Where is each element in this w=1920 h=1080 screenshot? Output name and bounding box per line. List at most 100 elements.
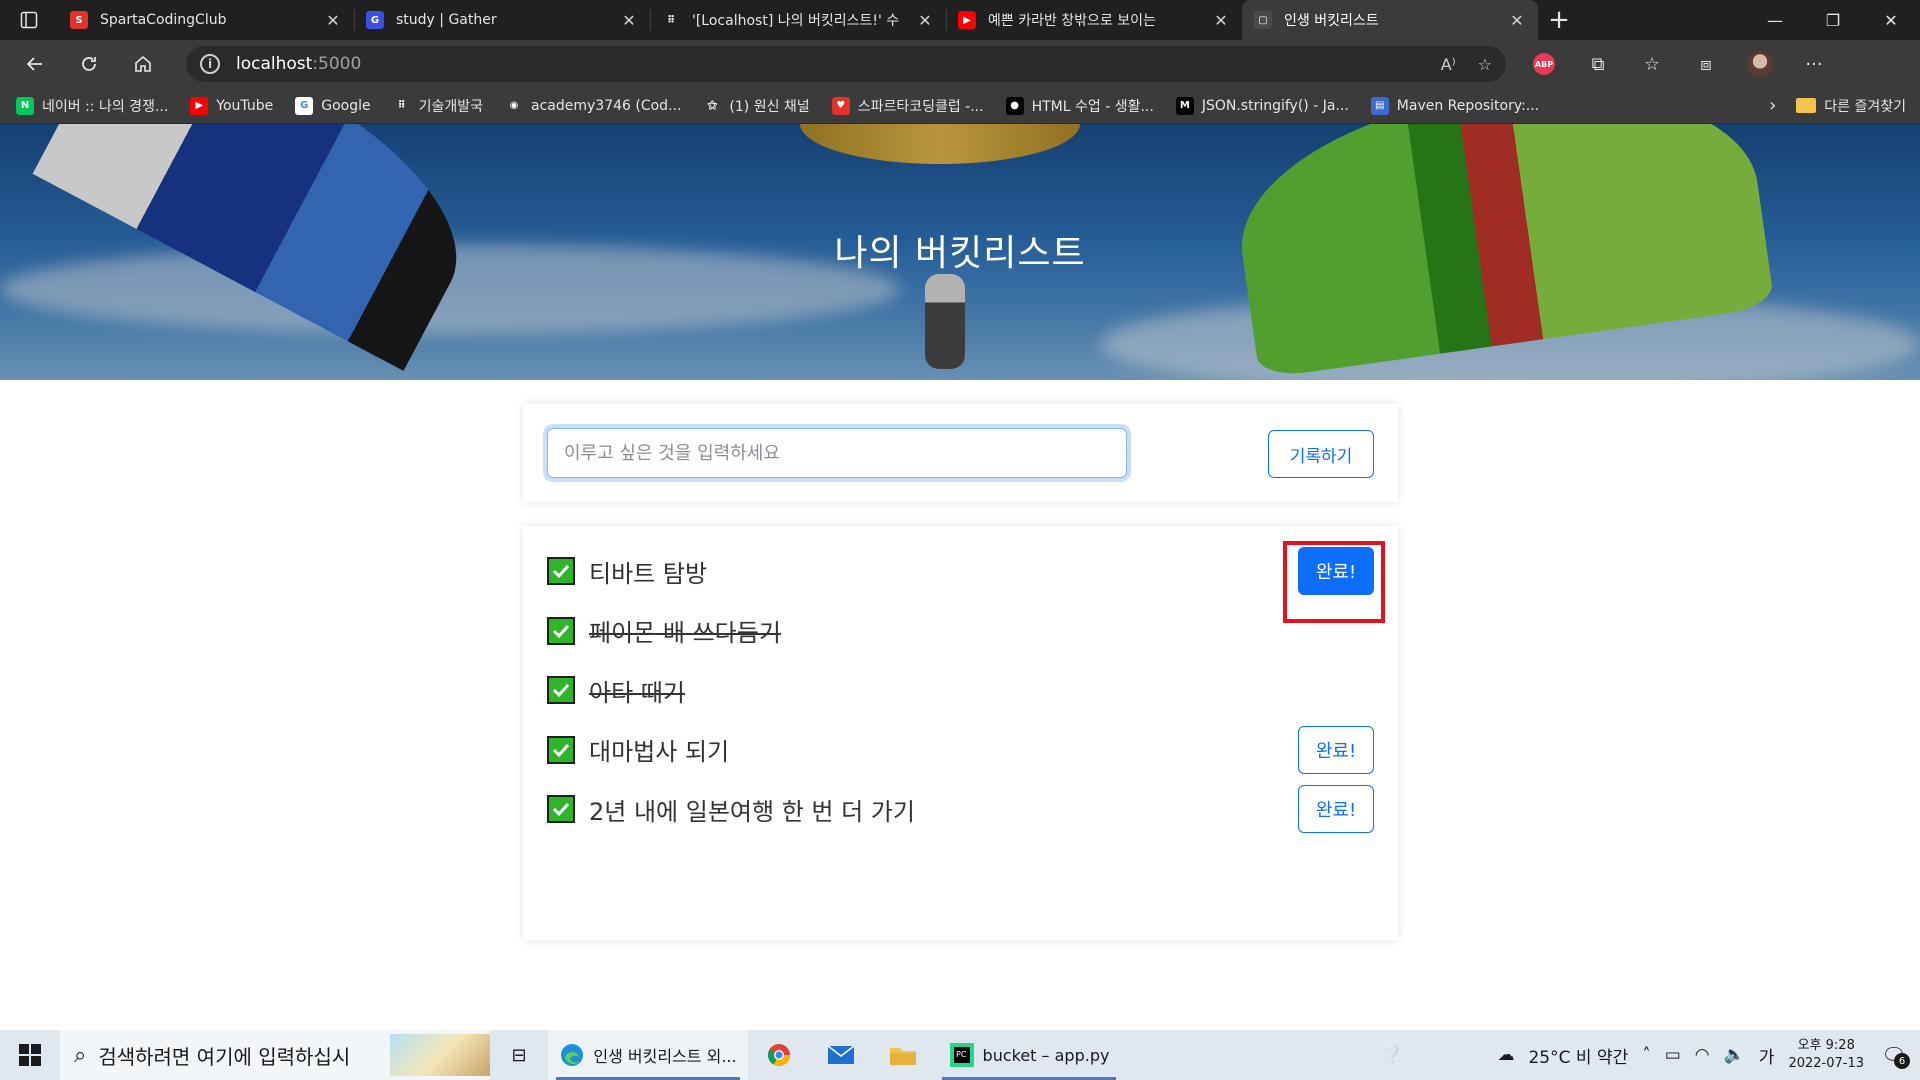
tab-close-icon[interactable]: ✕	[916, 11, 934, 30]
taskbar-search-placeholder: 검색하려면 여기에 입력하십시	[98, 1044, 351, 1069]
windows-icon	[19, 1044, 41, 1066]
bookmark-item[interactable]: ♥ 스파르타코딩클럽 -...	[831, 96, 984, 116]
browser-tab[interactable]: ⠿ '[Localhost] 나의 버킷리스트!' 수 ✕	[650, 0, 946, 40]
tab-close-icon[interactable]: ✕	[324, 11, 342, 30]
tab-title: study | Gather	[396, 12, 497, 28]
tab-list: S SpartaCodingClub ✕ Gstudy | Gather ✕ ⠿ '[Loc…	[58, 0, 1538, 40]
tab-title: '[Localhost] 나의 버킷리스트!' 수	[692, 13, 900, 29]
back-button[interactable]	[8, 40, 62, 88]
taskbar-app-pycharm[interactable]: PC bucket – app.py	[934, 1030, 1124, 1080]
bucket-item-text: 아타 때기	[589, 678, 685, 707]
refresh-button[interactable]	[62, 40, 116, 88]
bookmark-item[interactable]: ◉ academy3746 (Cod...	[505, 96, 681, 115]
other-bookmarks-folder[interactable]: 다른 즐겨찾기	[1796, 96, 1906, 116]
input-card: 기록하기	[523, 404, 1398, 502]
address-actions: A⁾ ☆	[1441, 55, 1492, 74]
taskbar-app-chrome[interactable]	[748, 1030, 810, 1080]
bookmark-item[interactable]: ▤ Maven Repository:...	[1370, 96, 1539, 115]
bookmark-favicon-icon: G	[295, 96, 314, 115]
adblock-button[interactable]: ABP	[1520, 44, 1568, 84]
check-icon	[547, 676, 575, 704]
meet-now-icon[interactable]: ▭	[1665, 1045, 1681, 1065]
clock[interactable]: 오후 9:28 2022-07-13	[1788, 1037, 1864, 1073]
taskbar-app-edge[interactable]: 인생 버킷리스트 외...	[548, 1030, 748, 1080]
browser-tab[interactable]: S SpartaCodingClub ✕	[58, 0, 354, 40]
bookmark-favicon-icon: ●	[1005, 96, 1024, 115]
svg-text:PC: PC	[956, 1050, 967, 1059]
tab-favicon-icon: G	[366, 11, 384, 29]
tab-favicon-icon: ▶	[958, 11, 976, 29]
check-icon	[547, 557, 575, 585]
bookmark-item[interactable]: ● HTML 수업 - 생활...	[1005, 96, 1154, 116]
browser-tab[interactable]: Gstudy | Gather ✕	[354, 0, 650, 40]
tab-close-icon[interactable]: ✕	[1212, 11, 1230, 30]
help-icon[interactable]: ❔	[1382, 1045, 1403, 1065]
taskbar-app-mail[interactable]	[810, 1030, 872, 1080]
favorites-icon: ☆	[1643, 53, 1661, 75]
bookmark-item[interactable]: ⠿ 기술개발국	[392, 96, 483, 116]
tab-actions-button[interactable]	[0, 0, 58, 40]
browser-tab[interactable]: ▢ 인생 버킷리스트 ✕	[1242, 0, 1538, 40]
bookmark-item[interactable]: ⚝ (1) 원신 채널	[703, 96, 810, 116]
add-favorite-icon[interactable]: ☆	[1478, 55, 1492, 74]
bucket-input[interactable]	[547, 428, 1127, 478]
tab-close-icon[interactable]: ✕	[1508, 11, 1526, 30]
complete-button[interactable]: 완료!	[1298, 785, 1374, 833]
bookmark-favicon-icon: N	[16, 96, 34, 115]
save-button[interactable]: 기록하기	[1268, 430, 1374, 478]
weather-icon[interactable]: ☁	[1497, 1045, 1514, 1065]
bookmark-item[interactable]: G Google	[295, 96, 371, 115]
browser-tab[interactable]: ▶ 예쁜 카라반 창밖으로 보이는 ✕	[946, 0, 1242, 40]
hero-banner: 나의 버킷리스트	[0, 124, 1920, 380]
minimize-icon: —	[1767, 10, 1783, 30]
ime-indicator[interactable]: 가	[1759, 1043, 1775, 1068]
bookmark-list: N 네이버 :: 나의 경쟁... ▶ YouTube G Google ⠿ 기술개발국 ◉ ac…	[16, 96, 1561, 116]
address-port: :5000	[312, 54, 362, 74]
bucket-item: 대마법사 되기 완료!	[547, 721, 1374, 779]
restore-button[interactable]: ❐	[1804, 0, 1862, 40]
bookmark-item[interactable]: M JSON.stringify() - Ja...	[1175, 96, 1349, 115]
start-button[interactable]	[0, 1030, 60, 1080]
bookmarks-overflow-icon[interactable]: ›	[1769, 95, 1776, 116]
address-bar[interactable]: i localhost:5000 A⁾ ☆	[186, 46, 1506, 82]
new-tab-button[interactable]: +	[1538, 0, 1580, 40]
taskbar-search[interactable]: ⌕ 검색하려면 여기에 입력하십시	[60, 1030, 490, 1080]
taskbar-app-explorer[interactable]	[872, 1030, 934, 1080]
taskbar-app-label: 인생 버킷리스트 외...	[593, 1047, 737, 1066]
wifi-icon[interactable]: ◠	[1695, 1045, 1710, 1065]
task-view-button[interactable]: ⊟	[490, 1030, 548, 1080]
site-info-icon[interactable]: i	[200, 54, 220, 74]
home-button[interactable]	[116, 40, 170, 88]
bookmark-item[interactable]: N 네이버 :: 나의 경쟁...	[16, 96, 168, 116]
search-highlight-image	[390, 1034, 490, 1076]
bucket-item: 아타 때기	[547, 661, 1374, 719]
bookmark-favicon-icon: M	[1175, 96, 1194, 115]
task-view-icon: ⊟	[511, 1044, 527, 1066]
chrome-icon	[768, 1044, 790, 1066]
collections-button[interactable]: ⧈	[1682, 44, 1730, 84]
tab-favicon-icon: ▢	[1254, 11, 1272, 29]
bookmark-item[interactable]: ▶ YouTube	[190, 96, 273, 115]
minimize-button[interactable]: —	[1746, 0, 1804, 40]
tab-close-icon[interactable]: ✕	[620, 11, 638, 30]
bookmark-favicon-icon: ⠿	[392, 96, 411, 115]
browser-toolbar: i localhost:5000 A⁾ ☆ ABP ⧉ ☆ ⧈ ···	[0, 40, 1920, 88]
weather-text[interactable]: 25°C 비 약간	[1528, 1043, 1628, 1068]
tab-favicon-icon: ⠿	[662, 11, 680, 29]
system-tray: ❔ ☁ 25°C 비 약간 ˄ ▭ ◠ 🔈 가 오후 9:28 2022-07-…	[1382, 1030, 1920, 1080]
complete-button[interactable]: 완료!	[1298, 725, 1374, 774]
close-window-button[interactable]: ✕	[1862, 0, 1920, 40]
notification-button[interactable]: 🗨 6	[1878, 1039, 1910, 1071]
adblock-icon: ABP	[1533, 53, 1555, 75]
favorites-button[interactable]: ☆	[1628, 44, 1676, 84]
profile-button[interactable]	[1736, 44, 1784, 84]
read-aloud-icon[interactable]: A⁾	[1441, 55, 1456, 74]
edge-icon	[561, 1044, 584, 1066]
volume-icon[interactable]: 🔈	[1724, 1045, 1745, 1065]
bucket-item-text: 티바트 탐방	[589, 559, 708, 588]
bookmark-label: Google	[321, 97, 371, 114]
tray-overflow-icon[interactable]: ˄	[1642, 1045, 1651, 1065]
settings-menu-button[interactable]: ···	[1790, 44, 1838, 84]
search-icon: ⌕	[74, 1042, 87, 1068]
extensions-button[interactable]: ⧉	[1574, 44, 1622, 84]
